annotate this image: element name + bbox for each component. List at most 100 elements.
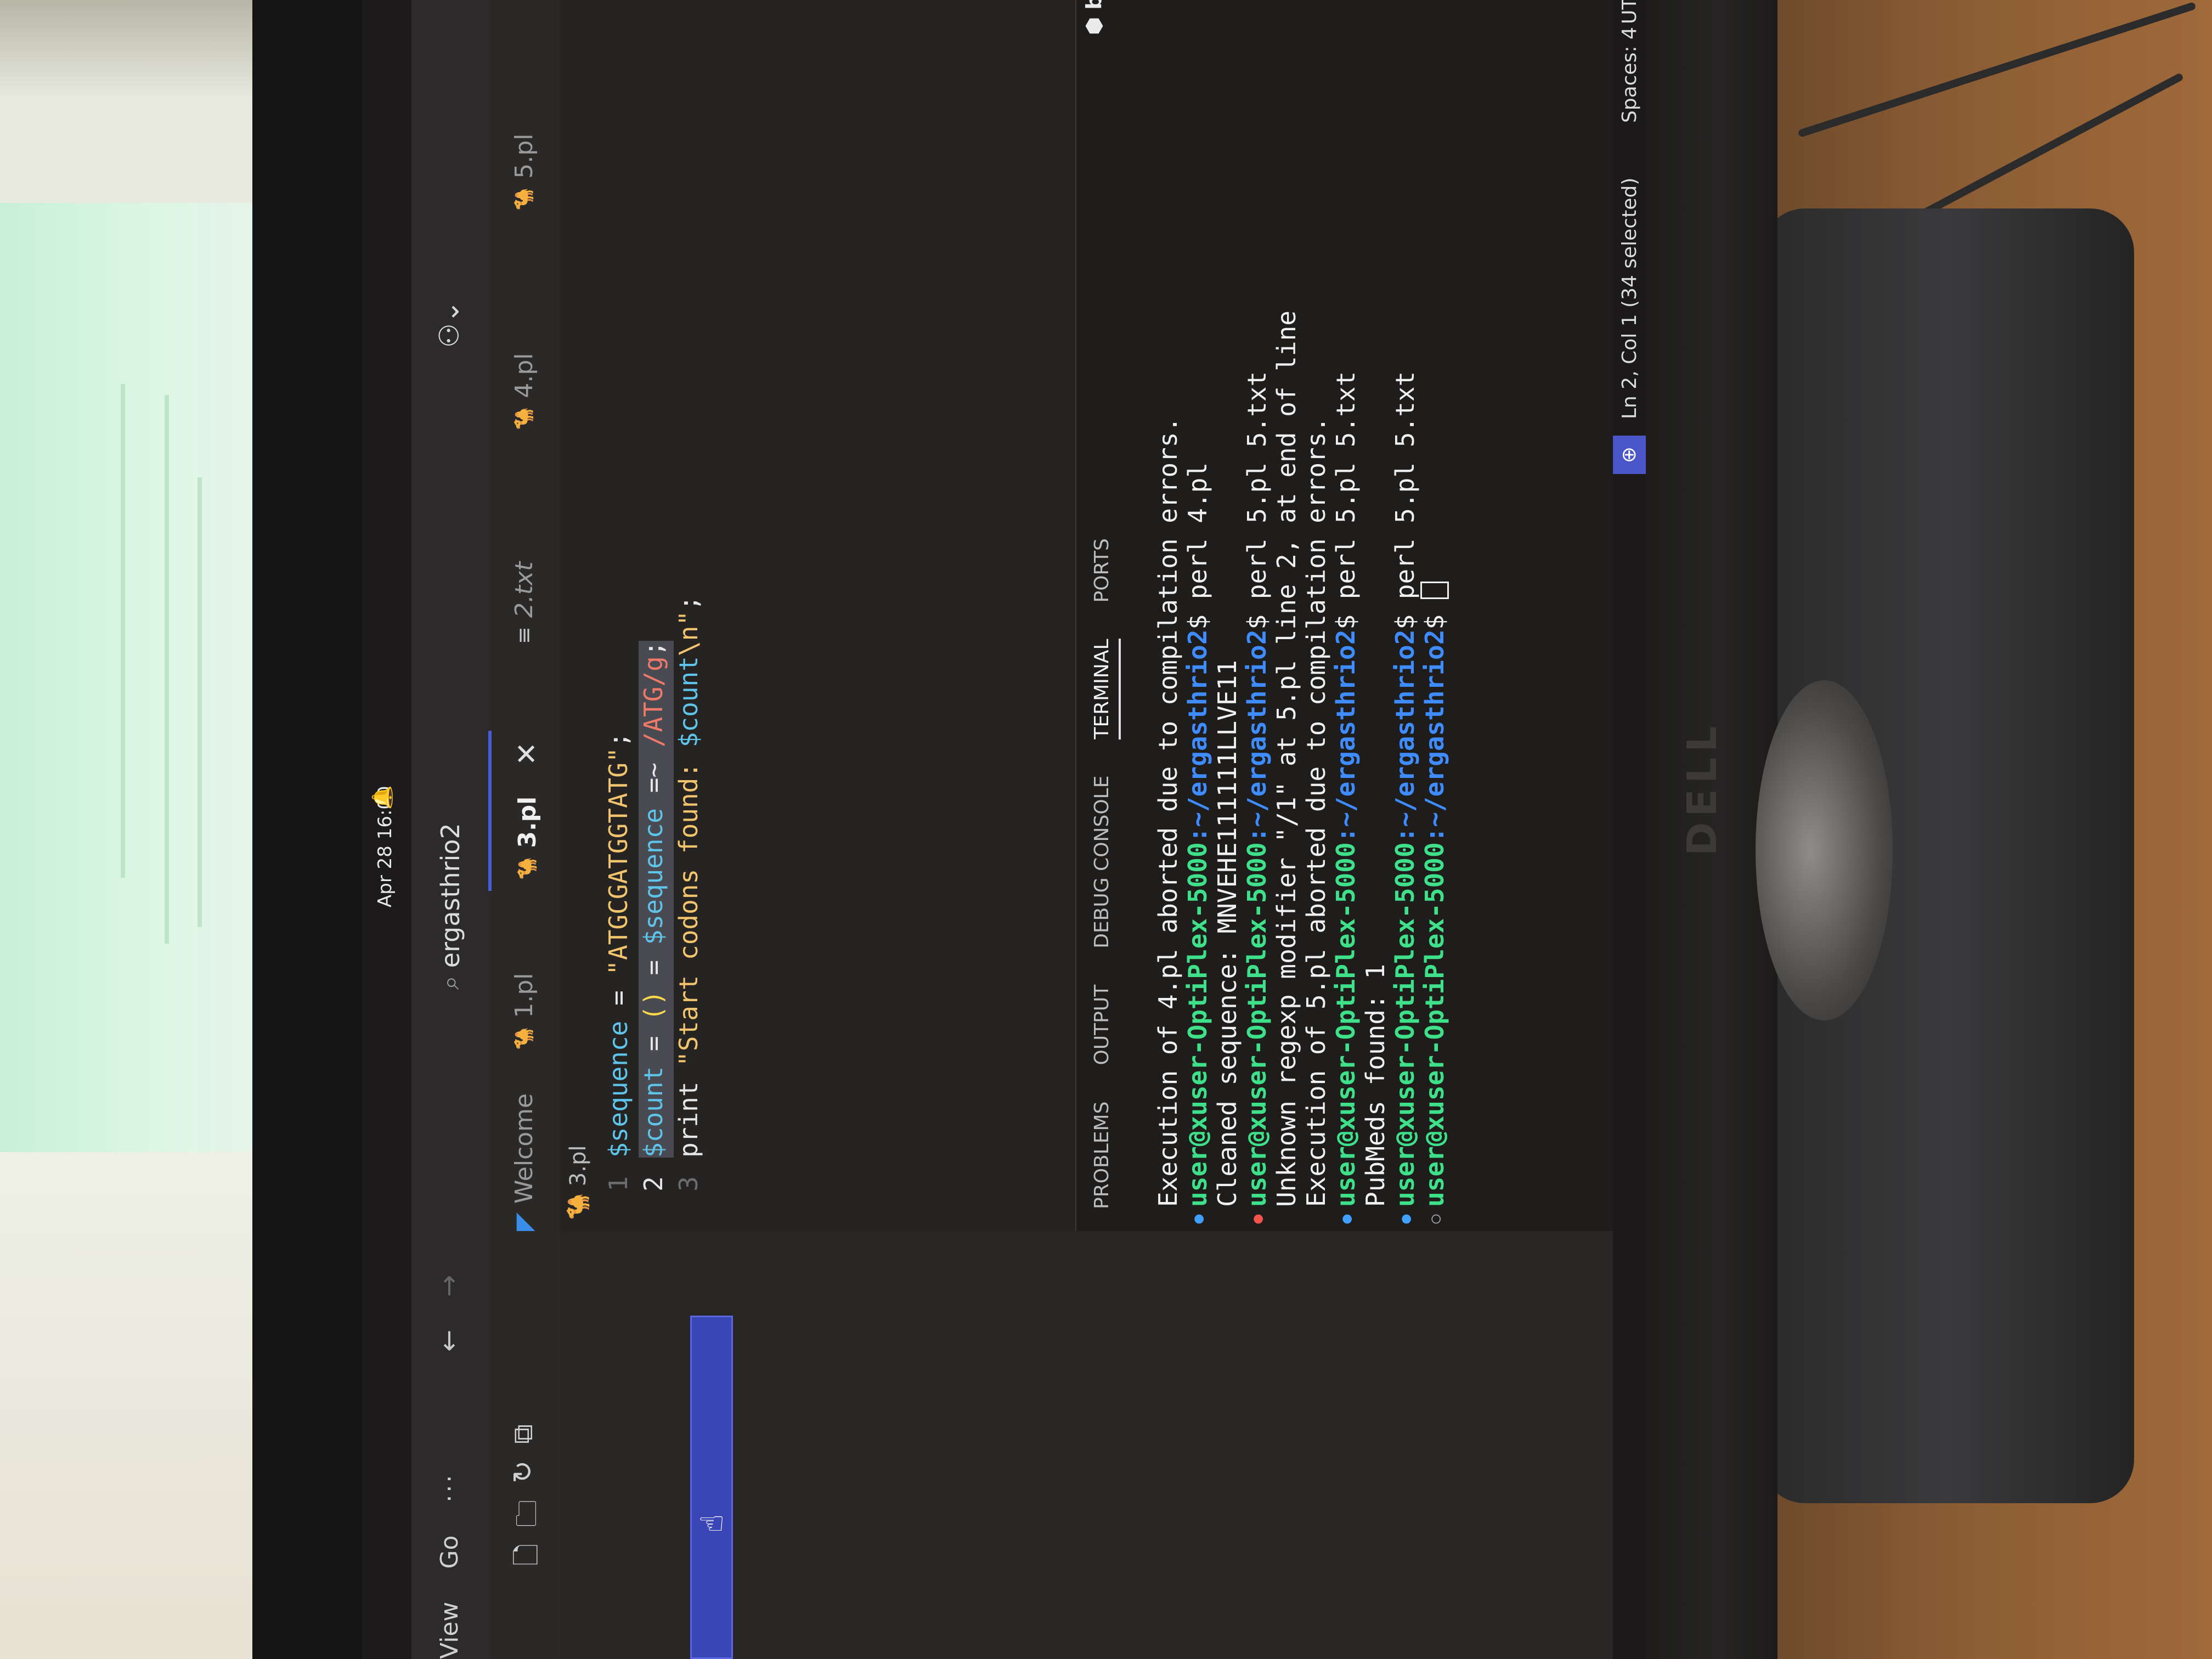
line-number: 3	[674, 1176, 703, 1192]
terminal-line: ● user@xuser-OptiPlex-5000:~/ergasthrio2 $…	[1331, 371, 1361, 1231]
forward-arrow-icon[interactable]: →	[433, 1275, 464, 1297]
menu-item-view[interactable]: View	[436, 1602, 464, 1659]
terminal-text: Cleaned sequence: MNVEHE111111LLVE11	[1212, 660, 1242, 1207]
line-number: 1	[603, 1176, 633, 1192]
refresh-icon[interactable]: ↻	[507, 1460, 554, 1483]
command-center-label: ergasthrio2	[436, 823, 465, 968]
editor-tab-row: 🗋 🗀 ↻ ⧉ ◤ Welcome 🐪 1.pl 🐪 3.pl ✕ ≡ 2.tx…	[488, 0, 563, 1659]
explorer-sidebar: ☝	[560, 1231, 1646, 1659]
terminal-text: $ perl 5.pl 5.txt	[1242, 371, 1272, 630]
tab-1-pl[interactable]: 🐪 1.pl	[488, 973, 560, 1050]
tab-label: Welcome	[510, 1093, 538, 1204]
code-editor[interactable]: 1 $sequence = "ATGCGATGGTATG"; 2 $count …	[592, 0, 1075, 1231]
prompt-path: :~/ergasthrio2	[1420, 629, 1449, 843]
prompt-user: user@xuser-OptiPlex-5000	[1183, 842, 1212, 1207]
code-text: print "Start codons found: $count\n";	[674, 595, 703, 1158]
panel-tab-ports[interactable]: PORTS	[1091, 538, 1121, 602]
tab-5-pl[interactable]: 🐪 5.pl	[488, 134, 560, 211]
perl-icon: 🐪	[513, 187, 535, 211]
terminal-line: Unknown regexp modifier "/1" at 5.pl lin…	[1272, 311, 1301, 1231]
text-file-icon: ≡	[512, 627, 536, 644]
projected-slide	[0, 203, 258, 1152]
monitor-stand-neck	[1756, 680, 1893, 1020]
prompt-user: user@xuser-OptiPlex-5000	[1420, 842, 1449, 1207]
prompt-path: :~/ergasthrio2	[1242, 629, 1272, 843]
command-center-search[interactable]: ⌕ ergasthrio2	[431, 639, 470, 990]
command-status-icon[interactable]: ●	[1189, 1207, 1207, 1231]
prompt-path: :~/ergasthrio2	[1331, 629, 1361, 843]
close-icon[interactable]: ✕	[511, 742, 544, 766]
line-number: 2	[639, 1176, 668, 1192]
terminal-shell-selector[interactable]: ⬢ bash	[1082, 0, 1106, 35]
status-indentation[interactable]: Spaces: 4	[1618, 27, 1641, 123]
status-cursor-position[interactable]: Ln 2, Col 1 (34 selected)	[1618, 178, 1641, 419]
slide-text-line	[198, 477, 202, 927]
panel-tab-debug-console[interactable]: DEBUG CONSOLE	[1091, 776, 1121, 949]
explorer-toolbar: 🗋 🗀 ↻ ⧉	[507, 1424, 554, 1566]
terminal-line: ● user@xuser-OptiPlex-5000:~/ergasthrio2 $…	[1390, 371, 1420, 1231]
terminal-icon: ⬢	[1082, 9, 1106, 35]
breadcrumb-file[interactable]: 3.pl	[566, 1146, 591, 1187]
copilot-icon[interactable]: ⚇⌄	[433, 300, 465, 348]
prompt-user: user@xuser-OptiPlex-5000	[1390, 842, 1420, 1207]
collapse-all-icon[interactable]: ⧉	[507, 1424, 554, 1444]
terminal-text: PubMeds found: 1	[1361, 963, 1390, 1207]
shell-name: bash	[1082, 0, 1106, 10]
terminal-text: $ perl 5.pl 5.txt	[1390, 371, 1420, 630]
remote-indicator-icon[interactable]: ⊕	[1613, 436, 1646, 474]
bell-icon[interactable]: 🔔	[371, 785, 394, 810]
menu-bar: View Go ···	[436, 1473, 464, 1659]
terminal-text: Execution of 4.pl aborted due to compila…	[1153, 416, 1183, 1207]
terminal-line: ● user@xuser-OptiPlex-5000:~/ergasthrio2 $…	[1242, 371, 1272, 1231]
terminal-cursor	[1420, 582, 1449, 600]
tab-label: 5.pl	[510, 133, 538, 179]
back-arrow-icon[interactable]: ←	[433, 1330, 464, 1352]
perl-icon: 🐪	[566, 1193, 591, 1220]
slide-text-line	[121, 384, 125, 878]
terminal-line: ● user@xuser-OptiPlex-5000:~/ergasthrio2 $…	[1183, 462, 1212, 1231]
menu-item-go[interactable]: Go	[436, 1536, 464, 1569]
prompt-path: :~/ergasthrio2	[1183, 629, 1212, 843]
tab-4-pl[interactable]: 🐪 4.pl	[488, 353, 560, 430]
panel-tab-bar: PROBLEMS OUTPUT DEBUG CONSOLE TERMINAL P…	[1091, 538, 1121, 1209]
perl-icon: 🐪	[516, 856, 538, 880]
monitor-brand-logo: DELL	[1679, 720, 1726, 856]
terminal-text: $	[1420, 599, 1449, 630]
tab-label: 3.pl	[513, 796, 541, 848]
tab-3-pl[interactable]: 🐪 3.pl ✕	[488, 731, 563, 891]
tab-label: 4.pl	[510, 353, 538, 398]
status-bar: ⊕ Ln 2, Col 1 (34 selected) Spaces: 4 UT…	[1613, 0, 1646, 1659]
tab-welcome[interactable]: ◤ Welcome	[488, 1093, 560, 1231]
new-file-icon[interactable]: 🗋	[507, 1544, 554, 1566]
vscode-window: Apr 28 16:00 🔔 View Go ··· ← → ⌕ ergasth…	[362, 0, 1646, 1659]
slide-text-line	[165, 395, 169, 944]
new-folder-icon[interactable]: 🗀	[507, 1500, 554, 1527]
terminal-line: Execution of 4.pl aborted due to compila…	[1153, 417, 1183, 1231]
explorer-selected-item[interactable]	[690, 1316, 733, 1659]
panel-tab-problems[interactable]: PROBLEMS	[1091, 1102, 1121, 1209]
perl-icon: 🐪	[513, 1026, 535, 1050]
panel-tab-output[interactable]: OUTPUT	[1091, 985, 1121, 1065]
status-encoding[interactable]: UTF-	[1618, 0, 1641, 24]
terminal-text: $ perl 5.pl 5.txt	[1331, 371, 1361, 630]
prompt-path: :~/ergasthrio2	[1390, 629, 1420, 843]
panel-tab-terminal[interactable]: TERMINAL	[1091, 639, 1121, 740]
tab-2-txt[interactable]: ≡ 2.txt	[488, 562, 560, 644]
title-bar: View Go ··· ← → ⌕ ergasthrio2 ⚇⌄	[411, 0, 488, 1659]
terminal-text: $ perl 4.pl	[1183, 462, 1212, 630]
command-status-icon[interactable]: ●	[1337, 1207, 1355, 1231]
code-line: 1 $sequence = "ATGCGATGGTATG";	[603, 732, 639, 1231]
command-status-icon[interactable]: ●	[1248, 1207, 1266, 1231]
command-status-icon[interactable]: ○	[1426, 1207, 1444, 1231]
terminal-output[interactable]: Execution of 4.pl aborted due to compila…	[1142, 0, 1636, 1231]
menu-more[interactable]: ···	[436, 1473, 464, 1503]
terminal-line: PubMeds found: 1	[1361, 964, 1390, 1231]
system-top-bar: Apr 28 16:00 🔔	[362, 0, 411, 1659]
mouse-pointer-icon: ☝	[695, 1514, 730, 1533]
prompt-user: user@xuser-OptiPlex-5000	[1242, 842, 1272, 1207]
vscode-icon: ◤	[510, 1212, 538, 1231]
terminal-line: Execution of 5.pl aborted due to compila…	[1301, 417, 1331, 1231]
command-status-icon[interactable]: ●	[1396, 1207, 1414, 1231]
code-line: 2 $count = () = $sequence =~ /ATG/g;	[639, 641, 674, 1231]
terminal-line: Cleaned sequence: MNVEHE111111LLVE11	[1212, 660, 1242, 1231]
